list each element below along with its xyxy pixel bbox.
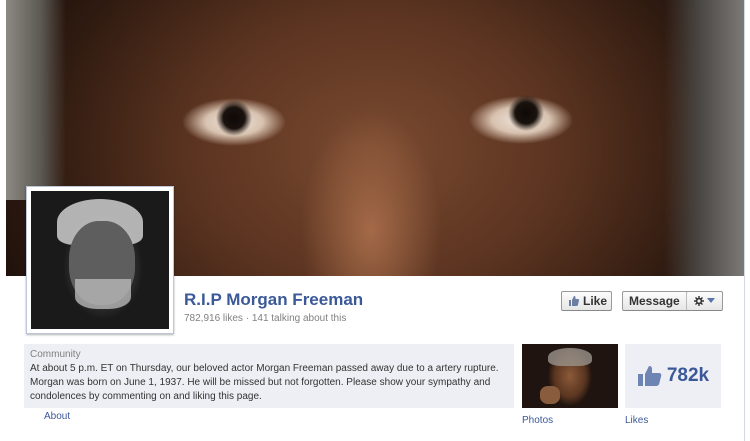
likes-app-box[interactable]: 782k	[625, 344, 721, 408]
like-button-label: Like	[583, 294, 608, 308]
likes-link[interactable]: Likes	[625, 415, 648, 426]
photos-app-thumbnail[interactable]	[522, 344, 618, 408]
page-settings-button[interactable]	[686, 291, 723, 311]
page-category: Community	[30, 349, 81, 360]
page-stats: 782,916 likes · 141 talking about this	[184, 313, 347, 324]
about-panel[interactable]: Community At about 5 p.m. ET on Thursday…	[24, 344, 514, 408]
page-frame: R.I.P Morgan Freeman 782,916 likes · 141…	[6, 0, 744, 441]
like-button[interactable]: Like	[561, 291, 612, 311]
photos-link[interactable]: Photos	[522, 415, 553, 426]
chevron-down-icon	[707, 298, 715, 304]
cover-hair-left	[6, 0, 66, 200]
cover-hair-right	[664, 0, 744, 276]
thumbs-up-icon	[568, 295, 580, 307]
thumbs-up-icon	[637, 365, 663, 387]
photos-thumb-hair	[548, 348, 592, 366]
about-link[interactable]: About	[44, 411, 70, 422]
profile-picture-image	[31, 191, 169, 329]
photos-thumb-hand	[540, 386, 560, 404]
right-margin	[744, 0, 750, 441]
page-description: At about 5 p.m. ET on Thursday, our belo…	[30, 363, 499, 402]
message-button-label: Message	[629, 294, 680, 308]
page-title[interactable]: R.I.P Morgan Freeman	[184, 290, 363, 310]
likes-count: 782k	[666, 365, 710, 386]
gear-icon	[694, 296, 704, 306]
profile-picture[interactable]	[26, 186, 174, 334]
profile-beard	[75, 279, 131, 309]
